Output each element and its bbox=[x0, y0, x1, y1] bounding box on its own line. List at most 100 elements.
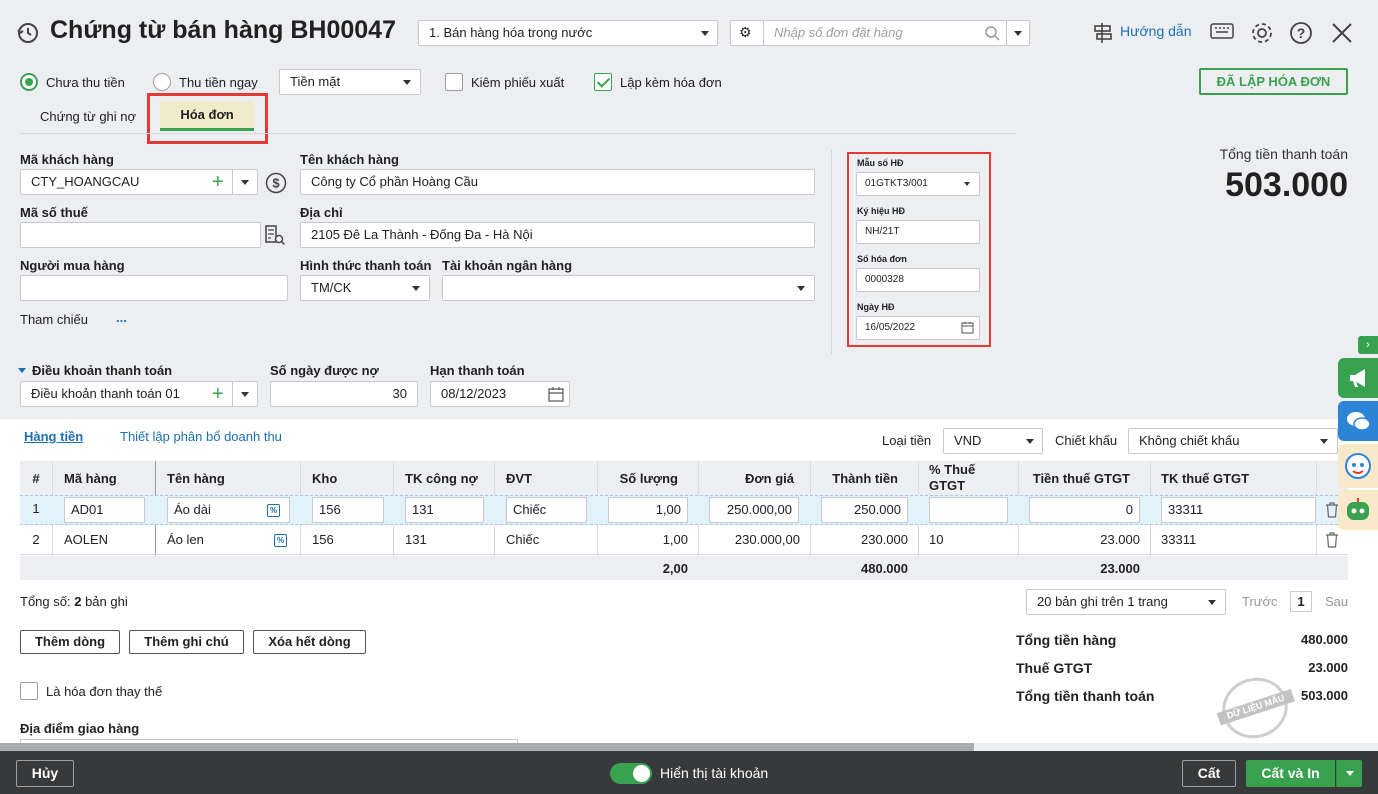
close-icon[interactable] bbox=[1331, 22, 1353, 44]
unit-input[interactable]: Chiếc bbox=[506, 497, 587, 523]
sale-type-select[interactable]: 1. Bán hàng hóa trong nước bbox=[418, 20, 718, 46]
invoice-checkbox[interactable] bbox=[594, 73, 612, 91]
pay-form-select[interactable]: TM/CK bbox=[300, 275, 430, 301]
next-page[interactable]: Sau bbox=[1325, 594, 1348, 609]
show-account-toggle[interactable] bbox=[610, 763, 652, 784]
tab-allocation[interactable]: Thiết lập phân bổ doanh thu bbox=[120, 429, 282, 444]
customer-name-input[interactable]: Công ty Cổ phần Hoàng Cầu bbox=[300, 169, 815, 195]
add-note-button[interactable]: Thêm ghi chú bbox=[129, 630, 244, 654]
col-debt-account: TK công nợ bbox=[405, 470, 478, 486]
chat-button[interactable] bbox=[1338, 401, 1378, 441]
reference-more-link[interactable]: ... bbox=[116, 310, 127, 325]
calendar-icon[interactable] bbox=[961, 321, 974, 334]
address-label: Địa chỉ bbox=[300, 205, 343, 220]
vat-rate-input[interactable] bbox=[929, 497, 1008, 523]
invoice-status-badge: ĐÃ LẬP HÓA ĐƠN bbox=[1199, 68, 1348, 95]
invoice-template-select[interactable]: 01GTKT3/001 bbox=[856, 172, 980, 196]
pay-form-label: Hình thức thanh toán bbox=[300, 258, 432, 273]
percent-icon[interactable]: % bbox=[267, 504, 280, 517]
amount-input[interactable]: 250.000 bbox=[821, 497, 908, 523]
col-unit: ĐVT bbox=[506, 470, 532, 486]
svg-text:?: ? bbox=[1297, 25, 1306, 41]
col-warehouse: Kho bbox=[312, 470, 338, 486]
debt-account: 131 bbox=[405, 532, 427, 547]
tab-debit[interactable]: Chứng từ ghi nợ bbox=[40, 109, 136, 124]
discount-select[interactable]: Không chiết khấu bbox=[1128, 428, 1338, 454]
cancel-button[interactable]: Hủy bbox=[16, 760, 74, 787]
tax-code-input[interactable] bbox=[20, 222, 261, 248]
bank-account-select[interactable] bbox=[442, 275, 815, 301]
radio-paid[interactable] bbox=[153, 73, 171, 91]
row-index: 2 bbox=[32, 532, 40, 547]
chevron-down-icon bbox=[964, 182, 970, 186]
col-qty: Số lượng bbox=[619, 470, 678, 486]
collapse-icon[interactable] bbox=[18, 368, 26, 373]
credit-days-label: Số ngày được nợ bbox=[270, 363, 379, 378]
invoice-symbol-input[interactable]: NH/21T bbox=[856, 220, 980, 244]
add-icon[interactable]: + bbox=[212, 172, 224, 192]
calendar-icon[interactable] bbox=[548, 386, 564, 402]
bank-account-label: Tài khoản ngân hàng bbox=[442, 258, 573, 273]
trash-icon[interactable] bbox=[1325, 502, 1339, 518]
col-vat-account: TK thuế GTGT bbox=[1161, 470, 1250, 486]
prev-page[interactable]: Trước bbox=[1242, 594, 1278, 609]
buyer-input[interactable] bbox=[20, 275, 288, 301]
vat-account-input[interactable]: 33311 bbox=[1161, 497, 1316, 523]
keyboard-icon[interactable] bbox=[1210, 23, 1234, 41]
announcement-button[interactable] bbox=[1338, 358, 1378, 398]
payment-method-select[interactable]: Tiền mặt bbox=[279, 69, 421, 95]
help-icon[interactable]: ? bbox=[1289, 21, 1313, 45]
order-search-input[interactable]: Nhập số đơn đặt hàng bbox=[763, 20, 1008, 46]
invoice-date-label: Ngày HĐ bbox=[857, 302, 895, 312]
save-button[interactable]: Cất bbox=[1182, 760, 1236, 787]
col-vat-rate: % Thuế GTGT bbox=[929, 462, 976, 493]
history-icon[interactable] bbox=[16, 21, 40, 45]
vat-amount-input[interactable]: 0 bbox=[1029, 497, 1140, 523]
settings-icon[interactable] bbox=[1250, 21, 1274, 45]
divider bbox=[232, 382, 233, 406]
price-input[interactable]: 250.000,00 bbox=[709, 497, 799, 523]
svg-text:$: $ bbox=[272, 176, 280, 191]
show-account-label: Hiển thị tài khoản bbox=[660, 765, 769, 781]
amount: 230.000 bbox=[861, 532, 908, 547]
chevron-down-icon bbox=[797, 286, 805, 291]
assistant-button[interactable] bbox=[1338, 444, 1378, 488]
summary-vat-label: Thuế GTGT bbox=[1016, 660, 1093, 676]
page-size-select[interactable]: 20 bản ghi trên 1 trang bbox=[1026, 589, 1226, 615]
radio-unpaid[interactable] bbox=[20, 73, 38, 91]
clear-rows-button[interactable]: Xóa hết dòng bbox=[253, 630, 366, 654]
assistant-avatar-icon bbox=[1345, 453, 1371, 479]
warehouse-input[interactable]: 156 bbox=[312, 497, 384, 523]
invoice-number-input[interactable]: 0000328 bbox=[856, 268, 980, 292]
item-code-input[interactable]: AD01 bbox=[64, 497, 145, 523]
debt-account-input[interactable]: 131 bbox=[405, 497, 484, 523]
robot-icon bbox=[1347, 498, 1369, 520]
percent-icon[interactable]: % bbox=[274, 534, 287, 547]
save-print-button[interactable]: Cất và In bbox=[1246, 760, 1335, 787]
chevron-down-icon bbox=[1320, 439, 1328, 444]
summary-vat-value: 23.000 bbox=[1308, 660, 1348, 675]
currency-icon[interactable]: $ bbox=[265, 172, 287, 194]
add-icon[interactable]: + bbox=[212, 384, 224, 404]
tab-goods[interactable]: Hàng tiền bbox=[24, 429, 83, 444]
address-input[interactable]: 2105 Đê La Thành - Đống Đa - Hà Nội bbox=[300, 222, 815, 248]
chevron-down-icon bbox=[1346, 771, 1354, 776]
qty-input[interactable]: 1,00 bbox=[608, 497, 688, 523]
invoice-template-label: Mẫu số HĐ bbox=[857, 158, 904, 168]
guide-icon[interactable] bbox=[1092, 21, 1114, 45]
bot-button[interactable] bbox=[1338, 490, 1378, 530]
add-row-button[interactable]: Thêm dòng bbox=[20, 630, 120, 654]
export-checkbox[interactable] bbox=[445, 73, 463, 91]
side-toggle-button[interactable]: › bbox=[1358, 336, 1378, 354]
guide-link[interactable]: Hướng dẫn bbox=[1120, 23, 1191, 39]
trash-icon[interactable] bbox=[1325, 532, 1339, 548]
page-number[interactable]: 1 bbox=[1290, 591, 1312, 612]
save-print-dropdown[interactable] bbox=[1336, 760, 1362, 787]
horizontal-scrollbar[interactable] bbox=[0, 743, 974, 751]
vat-amount: 23.000 bbox=[1100, 532, 1140, 547]
replace-invoice-checkbox[interactable] bbox=[20, 682, 38, 700]
total-payment-label: Tổng tiền thanh toán bbox=[1219, 146, 1348, 162]
search-icon[interactable] bbox=[984, 25, 1000, 41]
credit-days-input[interactable]: 30 bbox=[270, 381, 418, 407]
tax-lookup-icon[interactable] bbox=[264, 224, 286, 246]
